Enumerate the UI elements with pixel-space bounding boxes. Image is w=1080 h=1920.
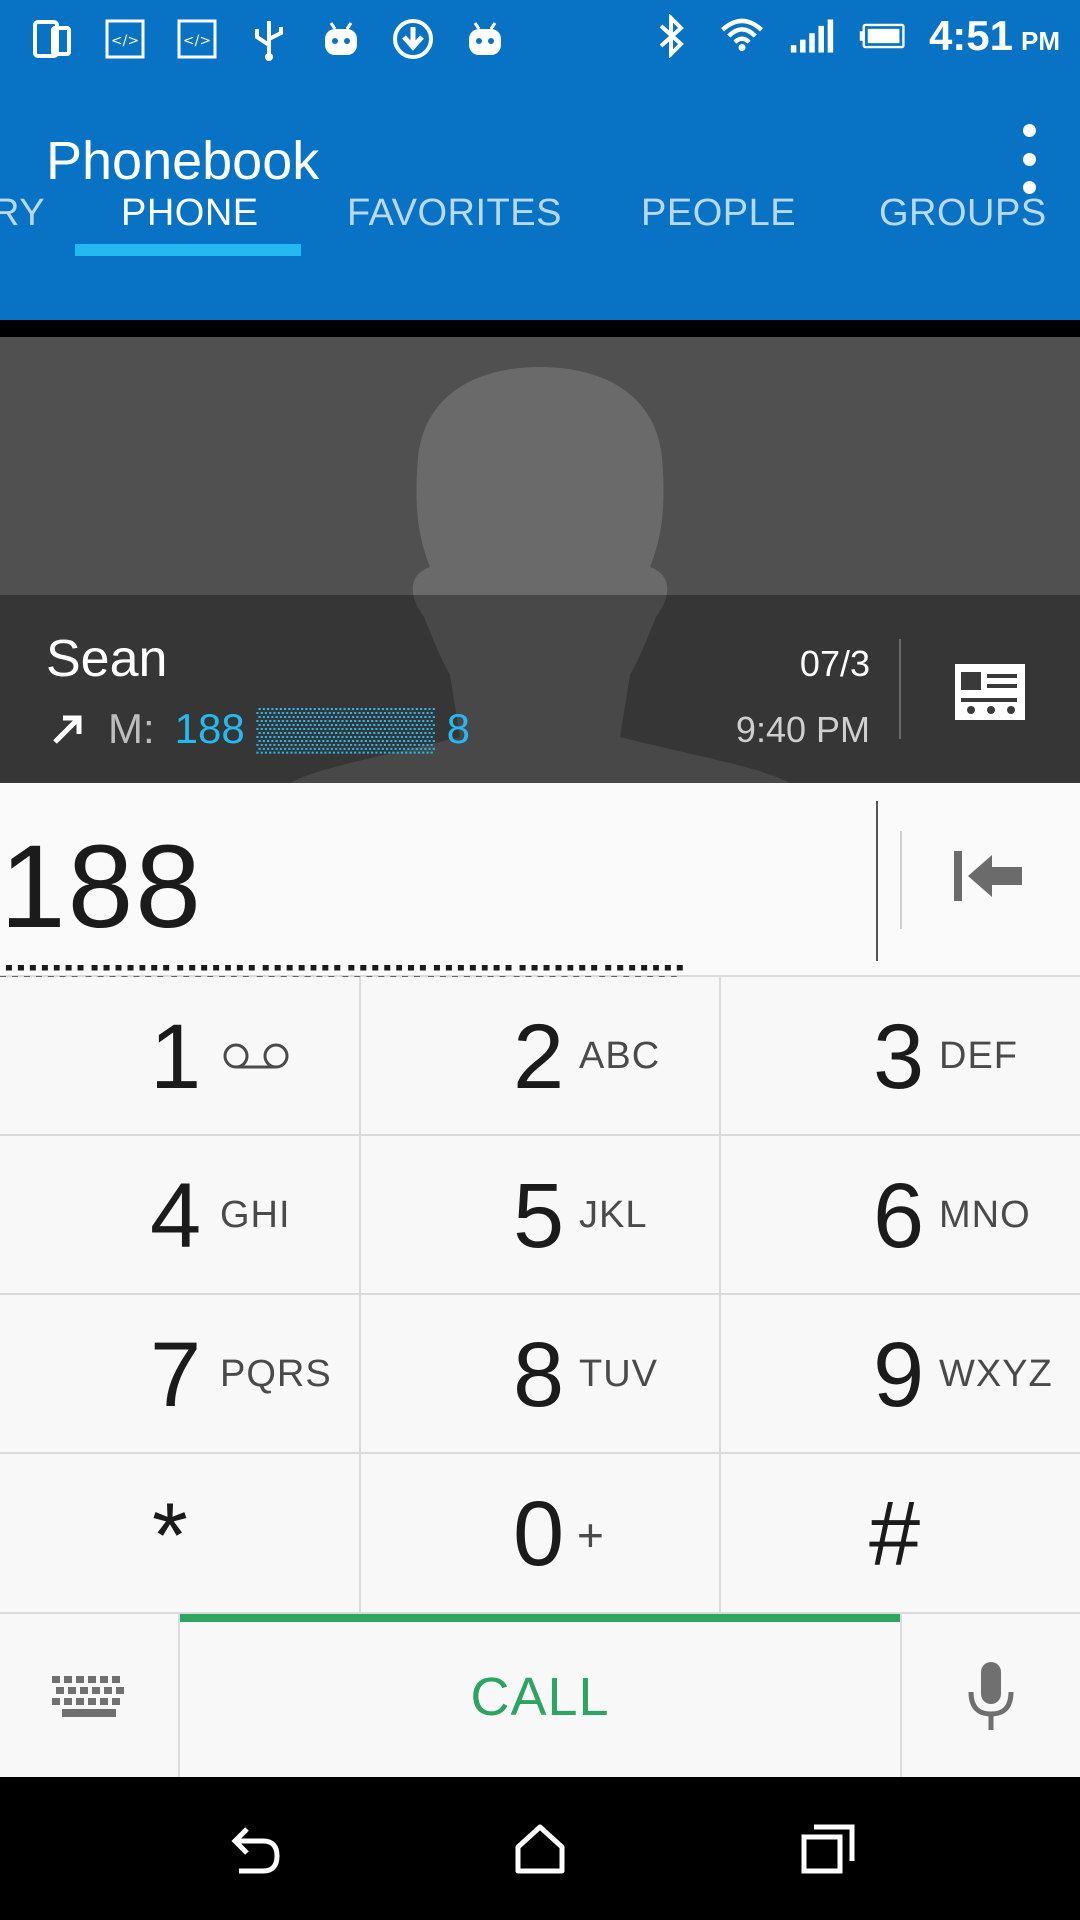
tab-groups[interactable]: GROUPS [879, 192, 1047, 235]
dev-tools-icon: </> [174, 16, 220, 62]
key-letters: ABC [579, 1035, 661, 1077]
clock: 4:51 PM [929, 12, 1060, 60]
key-letters: WXYZ [939, 1353, 1053, 1395]
key-digit: 7 [150, 1324, 202, 1426]
key-digit: 3 [873, 1006, 925, 1108]
key-letters: TUV [579, 1353, 658, 1395]
backspace-icon[interactable] [952, 845, 1024, 907]
key-star[interactable]: * [0, 1454, 361, 1612]
outgoing-call-icon [48, 709, 88, 749]
contact-name: Sean [46, 630, 168, 688]
dial-pad: 1 2 ABC 3 DEF 4 GHI 5 JKL 6 MNO 7 PQRS 8… [0, 977, 1080, 1612]
recents-button[interactable] [793, 1817, 863, 1881]
key-letters: PQRS [220, 1353, 332, 1395]
last-call-time: 9:40 PM [735, 709, 870, 750]
key-digit: 6 [873, 1165, 925, 1267]
signal-icon [789, 13, 835, 59]
key-letters: + [577, 1509, 605, 1561]
key-letters: DEF [939, 1035, 1018, 1077]
android-icon [462, 16, 508, 62]
tab-people[interactable]: PEOPLE [641, 192, 796, 235]
key-6[interactable]: 6 MNO [721, 1136, 1080, 1295]
contact-phone-number: 188 ▒▒▒▒▒▒ 8 [174, 705, 470, 752]
key-5[interactable]: 5 JKL [361, 1136, 721, 1295]
key-7[interactable]: 7 PQRS [0, 1295, 361, 1454]
microphone-icon [968, 1661, 1014, 1730]
notification-icons: </> </> [30, 16, 508, 62]
system-icons: 4:51 PM [649, 12, 1060, 60]
contact-card-icon[interactable] [955, 664, 1025, 720]
key-4[interactable]: 4 GHI [0, 1136, 361, 1295]
call-label: CALL [470, 1666, 610, 1727]
dial-input-row: 188 ▒▒▒▒▒▒▒▒ 8 [0, 783, 1080, 1089]
android-icon [318, 16, 364, 62]
tab-bar: RY PHONE FAVORITES PEOPLE GROUPS [0, 180, 1080, 240]
key-digit: * [152, 1485, 188, 1587]
key-digit: # [869, 1483, 921, 1585]
contact-info-band [0, 595, 1080, 783]
phone-type-label: M: [108, 705, 155, 752]
key-1[interactable]: 1 [0, 977, 361, 1136]
key-digit: 4 [150, 1165, 202, 1267]
svg-text:</>: </> [111, 33, 139, 49]
tab-phone[interactable]: PHONE [121, 192, 259, 235]
key-2[interactable]: 2 ABC [361, 977, 721, 1136]
key-digit: 5 [513, 1165, 565, 1267]
key-hash[interactable]: # [721, 1454, 1080, 1612]
tab-indicator [75, 244, 301, 256]
battery-icon [859, 13, 905, 59]
key-digit: 9 [873, 1324, 925, 1426]
key-letters: GHI [220, 1194, 291, 1236]
key-digit: 2 [513, 1006, 565, 1108]
call-accent-bar [180, 1614, 900, 1622]
svg-text:</>: </> [183, 33, 211, 49]
text-cursor [876, 801, 878, 961]
dev-tools-icon: </> [102, 16, 148, 62]
keyboard-button[interactable] [0, 1614, 180, 1779]
dialer-actions: CALL [0, 1612, 1080, 1779]
divider [899, 639, 901, 739]
bluetooth-icon [649, 13, 695, 59]
key-8[interactable]: 8 TUV [361, 1295, 721, 1454]
divider [900, 831, 902, 929]
key-0[interactable]: 0 + [361, 1454, 721, 1612]
voice-dial-button[interactable] [900, 1614, 1080, 1779]
key-letters: JKL [579, 1194, 648, 1236]
tab-favorites[interactable]: FAVORITES [347, 192, 562, 235]
status-bar: </> </> 4:51 PM [0, 0, 1080, 80]
usb-icon [246, 16, 292, 62]
contact-suggestion[interactable]: Sean M: 188 ▒▒▒▒▒▒ 8 07/3 9:40 PM [0, 337, 1080, 783]
voicemail-icon [223, 1043, 289, 1069]
keyboard-icon [52, 1675, 124, 1717]
tab-history[interactable]: RY [0, 192, 45, 235]
navigation-bar [0, 1777, 1080, 1920]
contact-phone-row: M: 188 ▒▒▒▒▒▒ 8 [48, 705, 470, 753]
call-button[interactable]: CALL [180, 1614, 900, 1779]
download-icon [390, 16, 436, 62]
key-9[interactable]: 9 WXYZ [721, 1295, 1080, 1454]
back-icon [231, 1827, 280, 1874]
phone-sync-icon [30, 16, 76, 62]
key-digit: 1 [150, 1006, 202, 1108]
home-button[interactable] [505, 1817, 575, 1881]
clock-time: 4:51 [928, 12, 1013, 59]
clock-ampm: PM [1021, 26, 1060, 56]
wifi-icon [719, 13, 765, 59]
key-digit: 8 [513, 1324, 565, 1426]
recents-icon [801, 1824, 855, 1874]
last-call-date: 07/3 [799, 643, 870, 684]
key-3[interactable]: 3 DEF [721, 977, 1080, 1136]
back-button[interactable] [218, 1817, 288, 1881]
key-digit: 0 [513, 1483, 565, 1585]
home-icon [515, 1824, 565, 1874]
key-letters: MNO [939, 1194, 1031, 1236]
